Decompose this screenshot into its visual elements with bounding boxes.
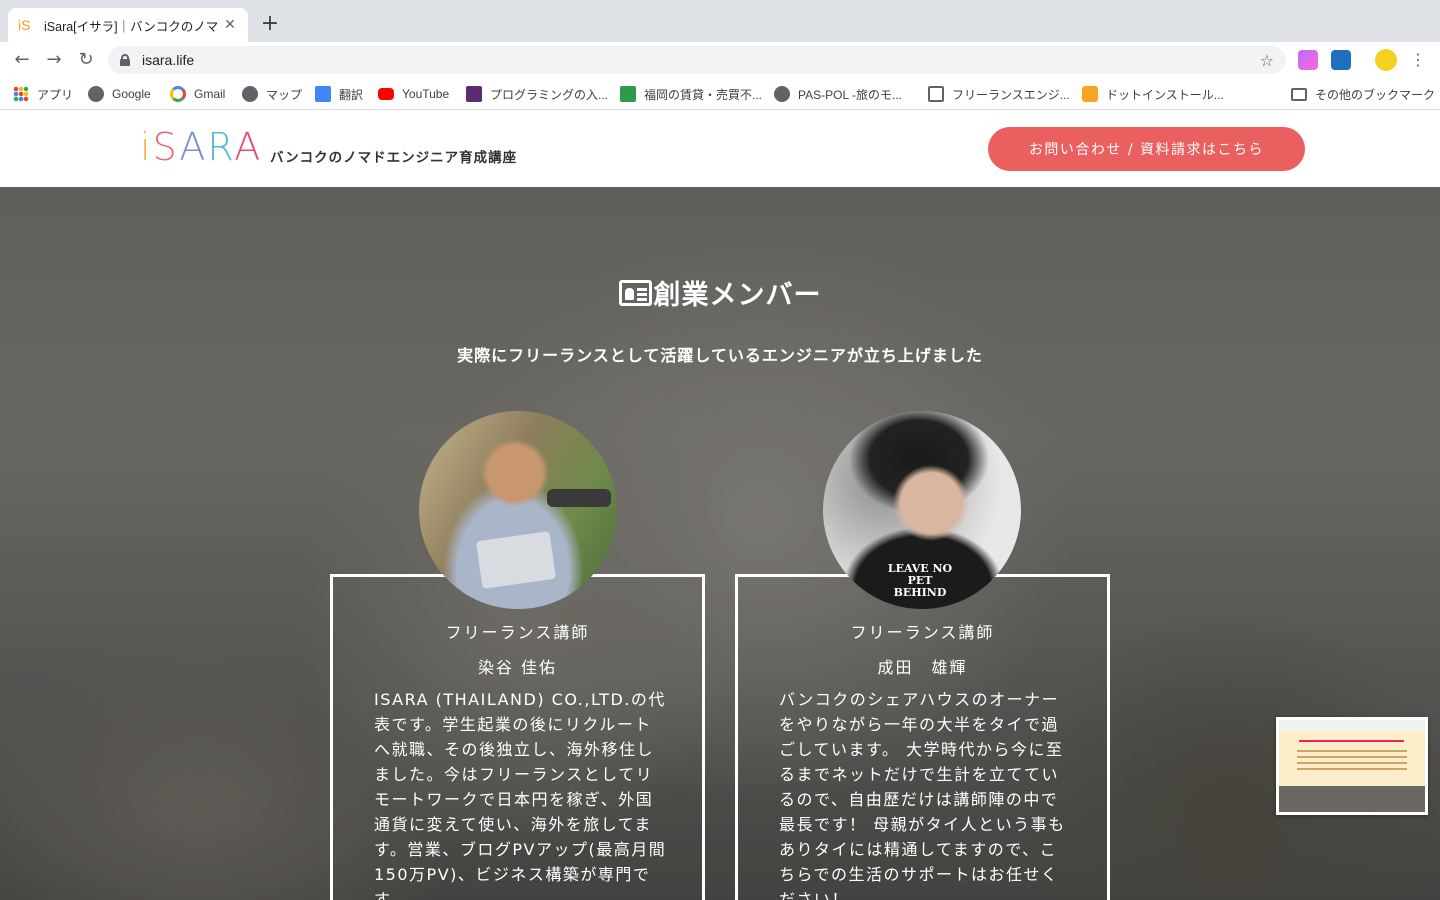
bookmark-label: ドットインストール... (1106, 87, 1224, 102)
back-arrow-icon[interactable]: ← (10, 48, 34, 72)
bookmark-star-icon[interactable]: ☆ (1260, 51, 1274, 70)
logo-letter: A (234, 125, 263, 169)
globe-icon (242, 86, 258, 102)
folder-icon (1291, 87, 1307, 101)
bookmark-youtube[interactable]: YouTube (378, 85, 449, 103)
bookmark-label: 翻訳 (339, 87, 364, 102)
member-card: フリーランス講師 染谷 佳佑 ISARA (THAILAND) CO.,LTD.… (330, 574, 705, 900)
site-favicon: iS (18, 17, 31, 33)
member-bio: バンコクのシェアハウスのオーナーをやりながら一年の大半をタイで過ごしています。 … (779, 690, 1066, 900)
bookmark-label: その他のブックマーク (1315, 87, 1436, 102)
founders-section: 創業メンバー 実際にフリーランスとして活躍しているエンジニアが立ち上げました フ… (0, 187, 1440, 900)
profile-avatar[interactable] (1375, 49, 1397, 71)
new-tab-button[interactable]: + (258, 12, 282, 36)
bookmark-fukuoka[interactable]: 福岡の賃貸・売買不... (620, 85, 762, 103)
shirt-print: LEAVE NO PET BEHIND (887, 562, 953, 599)
bookmark-gmail[interactable]: Gmail (170, 85, 225, 103)
url-text[interactable]: isara.life (142, 52, 1260, 68)
apps-grid-icon (13, 86, 29, 102)
bookmark-dotinstall[interactable]: ドットインストール... (1082, 85, 1224, 103)
browser-tab[interactable]: iS iSara[イサラ]｜バンコクのノマドエ ✕ (8, 8, 248, 42)
bookmark-programming[interactable]: プログラミングの入... (466, 85, 608, 103)
bookmark-label: フリーランスエンジ... (952, 87, 1070, 102)
member-photo: LEAVE NO PET BEHIND (823, 411, 1021, 609)
forward-arrow-icon[interactable]: → (42, 48, 66, 72)
bookmark-label: アプリ (37, 87, 74, 102)
google-g-icon (170, 86, 186, 102)
site-header: iSARA バンコクのノマドエンジニア育成講座 お問い合わせ / 資料請求はこち… (0, 111, 1440, 187)
site-tagline: バンコクのノマドエンジニア育成講座 (270, 150, 518, 166)
bookmark-label: プログラミングの入... (490, 87, 609, 102)
screenshot-thumbnail[interactable] (1276, 717, 1428, 815)
isara-logo[interactable]: iSARA (140, 127, 262, 167)
logo-letter: A (179, 125, 208, 169)
translate-icon (315, 86, 331, 102)
browser-tabstrip: iS iSara[イサラ]｜バンコクのノマドエ ✕ + (0, 0, 1440, 42)
bookmark-freelance[interactable]: フリーランスエンジ... (928, 85, 1070, 103)
logo-letter: S (152, 125, 180, 169)
bookmark-label: Gmail (194, 87, 226, 101)
logo-letter: R (207, 125, 235, 169)
member-card: フリーランス講師 成田 雄輝 バンコクのシェアハウスのオーナーをやりながら一年の… (735, 574, 1110, 900)
extension-icon[interactable] (1298, 50, 1318, 70)
bookmark-label: Google (112, 87, 151, 101)
contact-cta-button[interactable]: お問い合わせ / 資料請求はこちら (988, 127, 1305, 171)
member-role: フリーランス講師 (445, 623, 590, 642)
bookmark-label: PAS-POL -旅のモ... (798, 87, 903, 102)
tab-title: iSara[イサラ]｜バンコクのノマドエ (44, 19, 222, 34)
close-icon[interactable]: ✕ (222, 17, 238, 33)
bookmark-label: 福岡の賃貸・売買不... (644, 87, 763, 102)
bookmark-maps[interactable]: マップ (242, 85, 302, 103)
browser-toolbar: ← → ↻ isara.life ☆ ⋮ (0, 42, 1440, 78)
member-bio: ISARA (THAILAND) CO.,LTD.の代表です。学生起業の後にリク… (374, 690, 667, 900)
house-icon (620, 86, 636, 102)
globe-icon (88, 86, 104, 102)
dotinstall-icon (1082, 86, 1098, 102)
bookmark-paspol[interactable]: PAS-POL -旅のモ... (774, 85, 902, 103)
id-card-icon (618, 279, 652, 306)
lock-icon (120, 54, 130, 66)
bookmark-translate[interactable]: 翻訳 (315, 85, 363, 103)
member-name: 染谷 佳佑 (477, 658, 558, 677)
bookmark-apps[interactable]: アプリ (13, 85, 73, 103)
section-subtitle: 実際にフリーランスとして活躍しているエンジニアが立ち上げました (457, 346, 983, 365)
section-title: 創業メンバー (0, 273, 1440, 312)
bookmark-label: マップ (266, 87, 303, 102)
purple-p-icon (466, 86, 482, 102)
bookmark-label: YouTube (402, 87, 450, 101)
member-name: 成田 雄輝 (877, 658, 968, 677)
section-title-text: 創業メンバー (653, 280, 822, 311)
house-icon (928, 86, 944, 102)
address-bar[interactable]: isara.life ☆ (108, 46, 1286, 74)
youtube-icon (378, 88, 394, 100)
bookmark-other[interactable]: その他のブックマーク (1291, 85, 1435, 103)
extension-icon[interactable] (1331, 50, 1351, 70)
drone-shape (547, 489, 611, 507)
reload-icon[interactable]: ↻ (74, 48, 98, 72)
member-photo (419, 411, 617, 609)
more-menu-icon[interactable]: ⋮ (1410, 48, 1426, 72)
member-role: フリーランス講師 (850, 623, 995, 642)
bookmarks-bar: アプリ Google Gmail マップ 翻訳 YouTube プログラミングの… (0, 78, 1440, 110)
logo-letter: i (140, 125, 153, 169)
laptop-shape (476, 531, 556, 589)
globe-icon (774, 86, 790, 102)
bookmark-google[interactable]: Google (88, 85, 151, 103)
